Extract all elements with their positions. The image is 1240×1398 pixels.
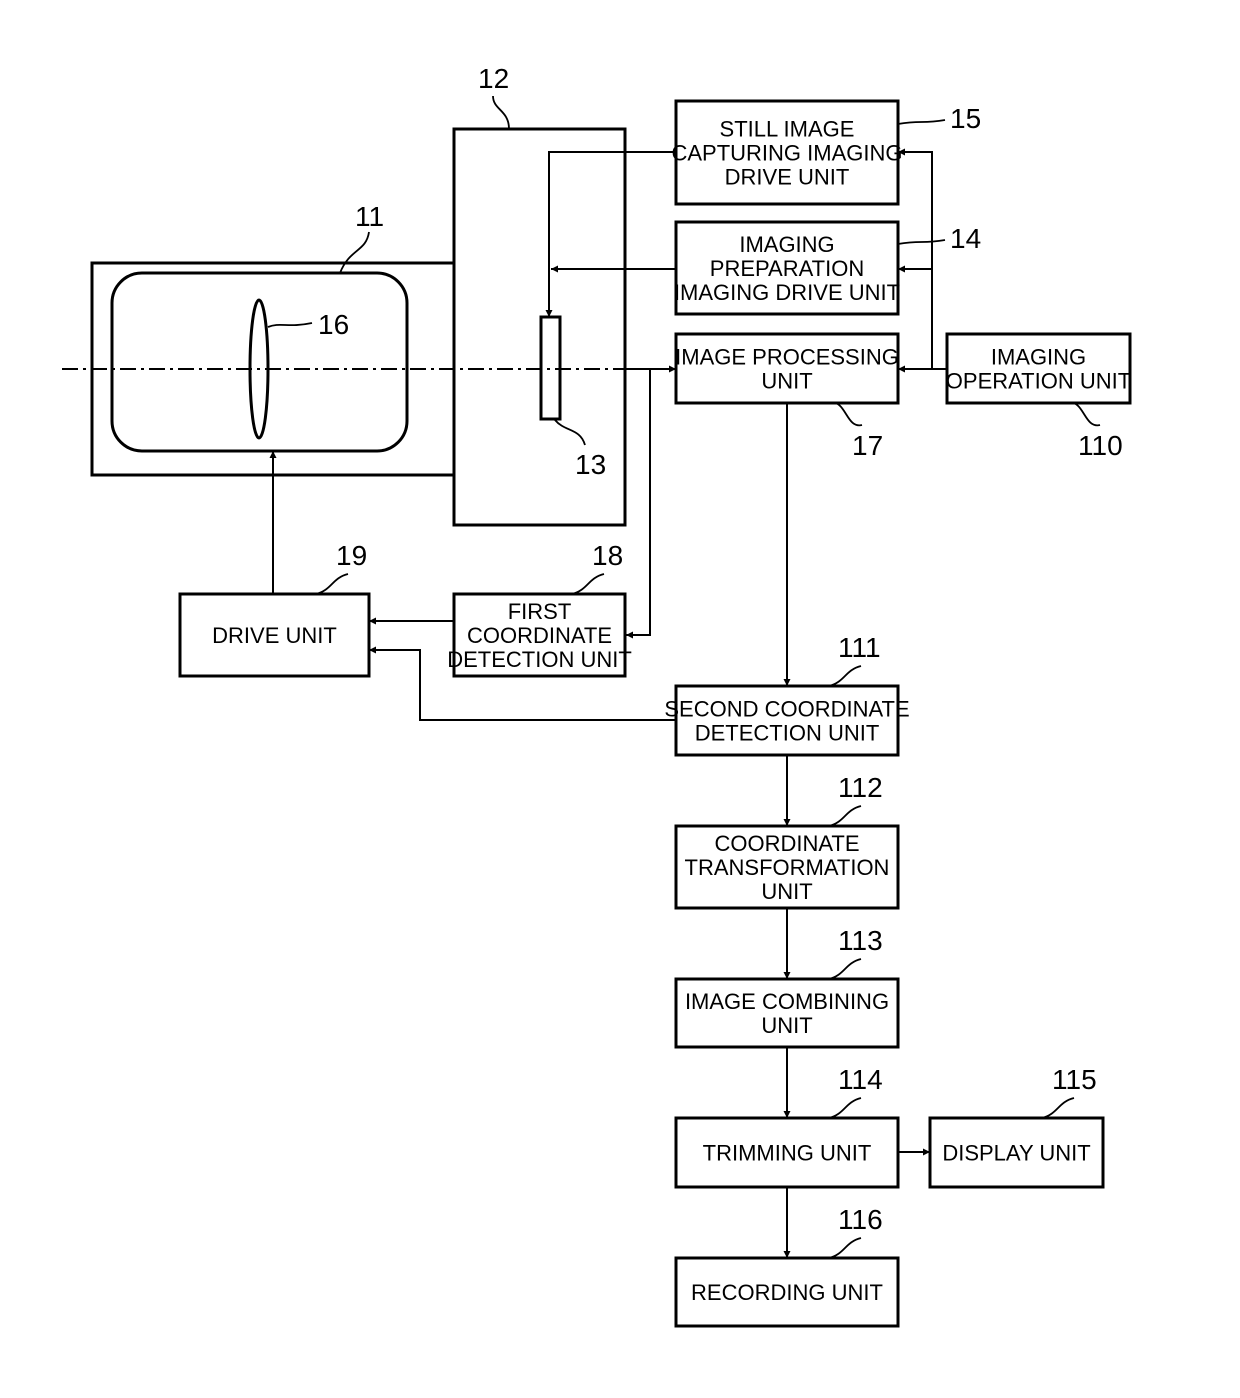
ref-drive-unit: 19 [336,540,367,571]
ref-imaging-operation: 110 [1078,430,1123,461]
block-label-line: TRANSFORMATION [685,855,890,880]
block-image-combining: IMAGE COMBININGUNIT [674,977,900,1049]
ref-image-processing: 17 [852,430,883,461]
leader-line [828,665,862,687]
block-label-line: CAPTURING IMAGING [671,141,902,166]
block-display: DISPLAY UNIT [928,1116,1105,1189]
ref-first-coord: 18 [592,540,623,571]
leader-line [897,119,946,125]
leader-line [1041,1097,1075,1119]
ref-display: 115 [1052,1064,1097,1095]
block-label-line: DRIVE UNIT [725,165,850,190]
block-label-line: IMAGING DRIVE UNIT [674,280,900,305]
arrow-operation-to-still-drive [898,148,933,369]
ref-still-image-drive: 15 [950,103,981,134]
block-label-line: COORDINATE [714,831,859,856]
block-label-line: DETECTION UNIT [695,721,880,746]
leader-line [828,1097,862,1119]
ref-image-combining: 113 [838,925,883,956]
leader-line [828,1237,862,1259]
leader-line [315,573,349,595]
block-label-line: IMAGE COMBINING [685,989,889,1014]
block-label-line: STILL IMAGE [720,117,855,142]
block-coord-transform: COORDINATETRANSFORMATIONUNIT [674,824,900,910]
block-still-image-drive: STILL IMAGECAPTURING IMAGINGDRIVE UNIT [671,99,903,206]
block-diagram: STILL IMAGECAPTURING IMAGINGDRIVE UNITIM… [62,63,1132,1328]
block-label-line: IMAGING [739,232,834,257]
ref-lens-barrel: 11 [355,201,384,232]
ref-recording: 116 [838,1204,883,1235]
arrow-sensor-to-first-coord [626,369,651,639]
block-label-line: UNIT [761,879,812,904]
block-label-line: SECOND COORDINATE [664,697,909,722]
leader-line [1067,402,1101,426]
leader-line [829,402,863,426]
ref-camera-body: 12 [478,63,509,94]
block-label-line: DRIVE UNIT [212,623,337,648]
leader-line [828,805,862,827]
block-label-line: TRIMMING UNIT [703,1141,872,1166]
block-first-coord: FIRSTCOORDINATEDETECTION UNIT [447,592,632,678]
block-recording: RECORDING UNIT [674,1256,900,1328]
block-second-coord: SECOND COORDINATEDETECTION UNIT [664,684,910,757]
ref-second-coord: 111 [838,632,881,663]
block-image-processing: IMAGE PROCESSINGUNIT [674,332,900,405]
block-imaging-operation: IMAGINGOPERATION UNIT [945,332,1132,405]
block-label-line: IMAGE PROCESSING [675,345,899,370]
leader-line [571,573,605,595]
leader-line [897,239,946,245]
ref-image-sensor: 13 [575,449,606,480]
ref-lens: 16 [318,309,349,340]
block-label-line: DETECTION UNIT [447,647,632,672]
block-imaging-prep-drive: IMAGINGPREPARATIONIMAGING DRIVE UNIT [674,220,900,316]
block-label-line: IMAGING [991,345,1086,370]
leader-line [828,958,862,980]
block-drive-unit: DRIVE UNIT [178,592,371,678]
block-trimming: TRIMMING UNIT [674,1116,900,1189]
block-label-line: FIRST [508,599,572,624]
ref-trimming: 114 [838,1064,883,1095]
block-label-line: DISPLAY UNIT [942,1141,1090,1166]
block-label-line: UNIT [761,369,812,394]
block-label-line: OPERATION UNIT [946,369,1131,394]
ref-coord-transform: 112 [838,772,883,803]
block-label-line: RECORDING UNIT [691,1280,883,1305]
block-label-line: COORDINATE [467,623,612,648]
block-label-line: UNIT [761,1013,812,1038]
ref-imaging-prep-drive: 14 [950,223,981,254]
block-label-line: PREPARATION [710,256,864,281]
